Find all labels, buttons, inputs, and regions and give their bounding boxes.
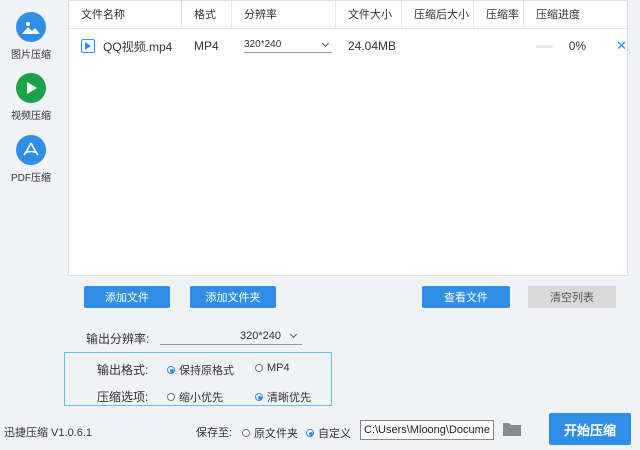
progress-text: 0% [568,39,587,53]
radio-label: MP4 [267,362,290,374]
file-table: 文件名称 格式 分辨率 文件大小 压缩后大小 压缩率 压缩进度 QQ视频.mp4… [68,0,628,276]
main-panel: 文件名称 格式 分辨率 文件大小 压缩后大小 压缩率 压缩进度 QQ视频.mp4… [64,0,628,410]
resolution-select[interactable]: 320*240 [244,39,332,53]
progress-cell: 0% ✕ [524,38,627,54]
progress-bar [536,44,553,48]
output-resolution-label: 输出分辨率: [86,332,150,346]
output-resolution-value: 320*240 [240,330,281,342]
table-row[interactable]: QQ视频.mp4 MP4 320*240 24.04MB 0% ✕ [69,29,627,63]
clear-list-button[interactable]: 清空列表 [528,286,616,308]
radio-dot [242,429,250,437]
sidebar-item-image-compress[interactable]: 图片压缩 [0,12,62,61]
radio-label: 保持原格式 [179,365,234,377]
sidebar-item-label: 视频压缩 [11,111,51,122]
table-header: 文件名称 格式 分辨率 文件大小 压缩后大小 压缩率 压缩进度 [69,1,627,29]
version-text: 迅捷压缩 V1.0.6.1 [4,427,93,439]
chevron-down-icon [289,330,298,339]
add-file-button[interactable]: 添加文件 [84,286,170,308]
compress-clarity-first-radio[interactable]: 清晰优先 [255,389,311,405]
folder-icon[interactable] [503,422,521,436]
col-header-ratio: 压缩率 [474,1,524,28]
file-name: QQ视频.mp4 [103,39,173,54]
resolution-value: 320*240 [244,39,282,50]
radio-label: 清晰优先 [267,392,311,404]
radio-label: 缩小优先 [179,392,223,404]
output-resolution-select[interactable]: 320*240 [160,330,302,345]
radio-dot [255,364,263,372]
radio-label: 原文件夹 [254,428,298,440]
col-header-compressed-size: 压缩后大小 [402,1,474,28]
radio-dot [167,393,175,401]
view-file-button[interactable]: 查看文件 [422,286,510,308]
resolution-cell: 320*240 [232,39,336,53]
sidebar-item-label: 图片压缩 [11,50,51,61]
sidebar-item-label: PDF压缩 [11,173,51,184]
footer: 迅捷压缩 V1.0.6.1 保存至: 原文件夹 自定义 开始压缩 [0,410,640,450]
col-header-progress: 压缩进度 [536,9,580,21]
sidebar-item-pdf-compress[interactable]: PDF压缩 [0,135,62,184]
sidebar-item-video-compress[interactable]: 视频压缩 [0,73,62,122]
radio-dot [306,429,314,437]
format-keep-original-radio[interactable]: 保持原格式 [167,362,234,378]
save-to-label: 保存至: [196,427,233,439]
options-box: 输出格式: 保持原格式 MP4 压缩选项: 缩小优先 清晰优先 [64,352,332,406]
play-icon [16,73,46,103]
file-name-cell: QQ视频.mp4 [69,38,182,55]
radio-dot [255,393,263,401]
col-header-resolution: 分辨率 [232,1,336,28]
image-icon [16,12,46,42]
sidebar: 图片压缩 视频压缩 PDF压缩 [0,0,62,410]
video-file-icon [81,39,95,53]
file-format: MP4 [194,39,219,53]
chevron-down-icon [321,39,330,47]
radio-dot [167,366,175,374]
add-folder-button[interactable]: 添加文件夹 [190,286,276,308]
format-mp4-radio[interactable]: MP4 [255,362,290,374]
compress-option-label: 压缩选项: [97,390,149,404]
radio-label: 自定义 [318,428,351,440]
start-compress-button[interactable]: 开始压缩 [549,413,631,445]
output-format-label: 输出格式: [97,363,149,377]
col-header-name: 文件名称 [69,1,182,28]
pdf-icon [16,135,46,165]
col-header-format: 格式 [182,1,232,28]
col-header-size: 文件大小 [336,1,402,28]
compress-size-first-radio[interactable]: 缩小优先 [167,389,223,405]
remove-file-icon[interactable]: ✕ [616,38,627,54]
save-original-folder-radio[interactable]: 原文件夹 [242,425,298,441]
file-size: 24.04MB [348,39,397,53]
save-custom-radio[interactable]: 自定义 [306,425,351,441]
save-path-input[interactable] [360,420,494,440]
